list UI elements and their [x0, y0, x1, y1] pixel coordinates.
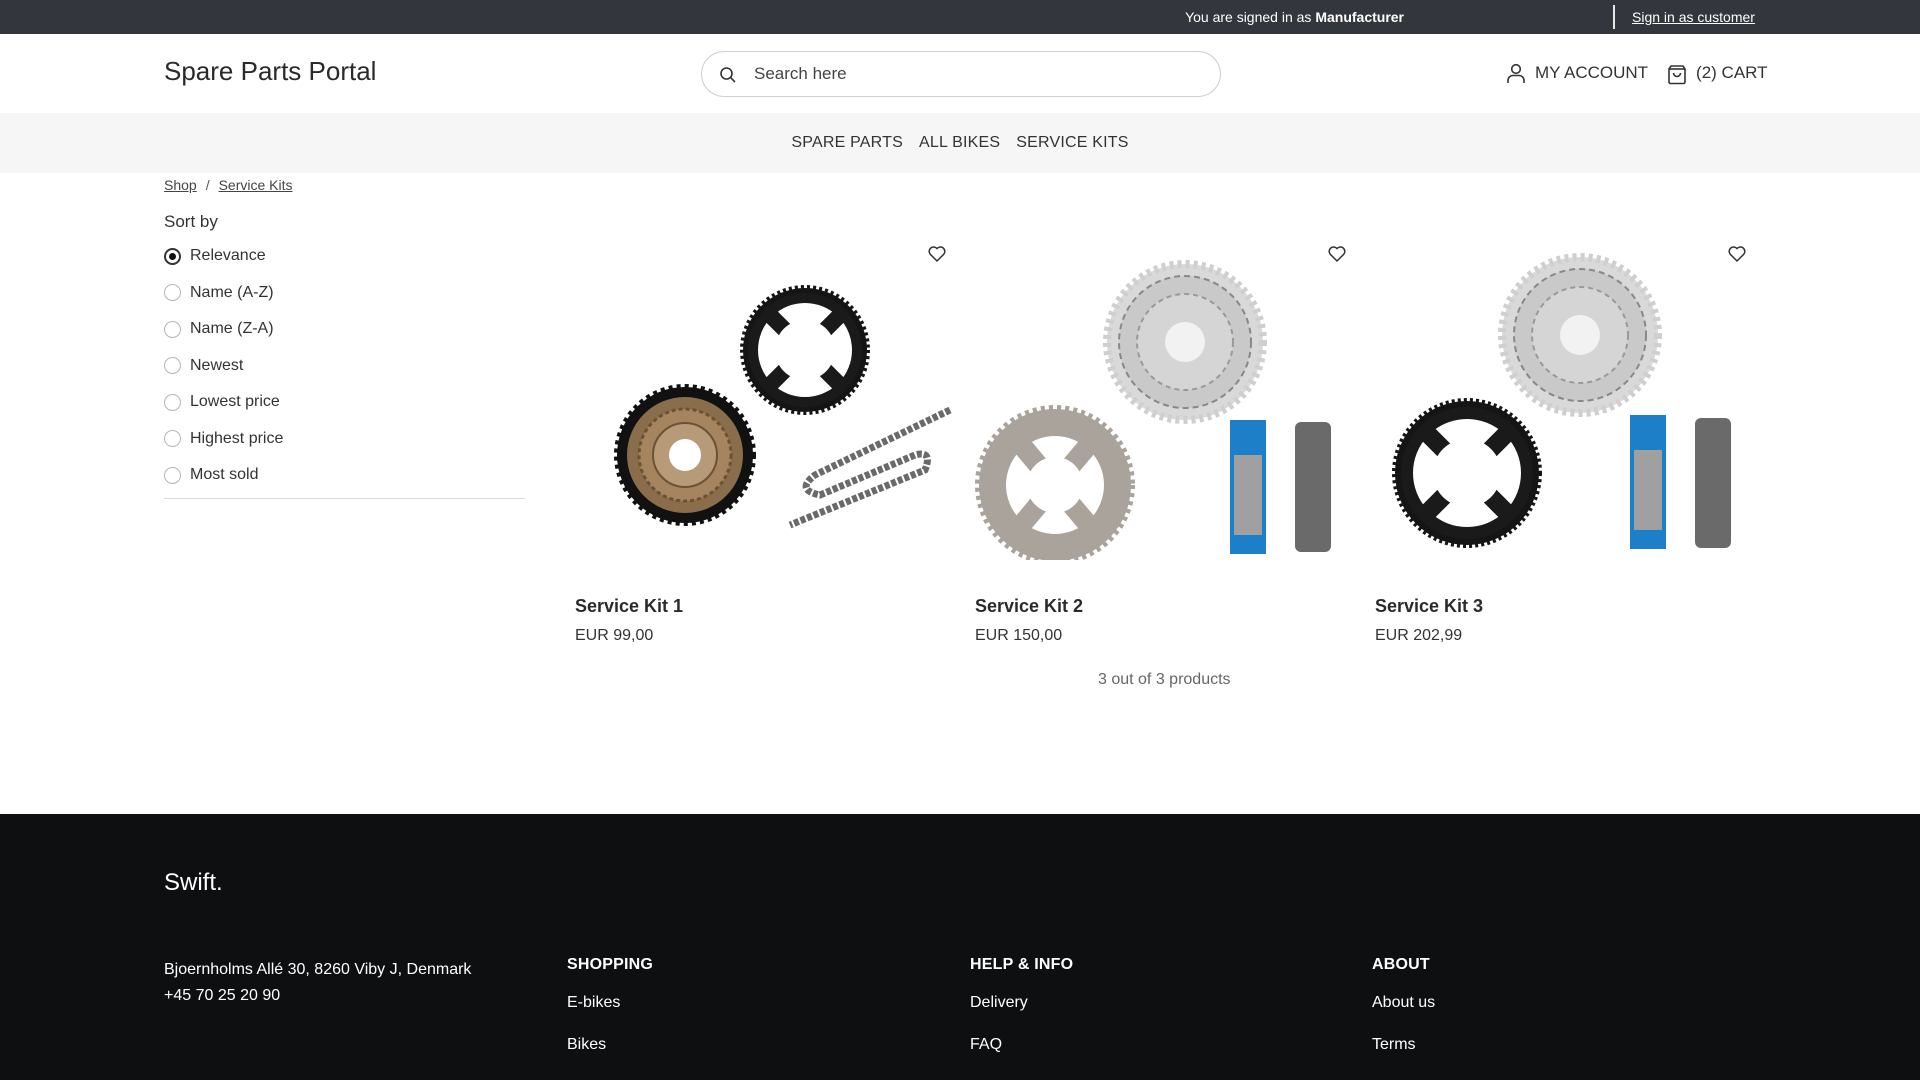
- sort-option-highest-price[interactable]: Highest price: [164, 421, 525, 458]
- wishlist-heart-icon[interactable]: [1727, 244, 1747, 264]
- sort-panel: Sort by Relevance Name (A-Z) Name (Z-A) …: [164, 212, 525, 499]
- chain-coil: [1695, 418, 1731, 548]
- main-nav: SPARE PARTS ALL BIKES SERVICE KITS: [0, 113, 1920, 173]
- footer-link-bikes[interactable]: Bikes: [567, 1036, 653, 1054]
- sort-option-label: Lowest price: [190, 393, 280, 411]
- sort-option-label: Most sold: [190, 466, 259, 484]
- nav-spare-parts[interactable]: SPARE PARTS: [791, 134, 903, 152]
- search-input[interactable]: [754, 60, 1194, 88]
- footer-column-heading: HELP & INFO: [970, 956, 1074, 973]
- chain-box: [1630, 415, 1666, 549]
- signed-in-prefix: You are signed in as: [1185, 9, 1316, 25]
- cart-label: (2) CART: [1696, 63, 1768, 82]
- nav-service-kits[interactable]: SERVICE KITS: [1016, 134, 1128, 152]
- sign-in-as-customer-link[interactable]: Sign in as customer: [1632, 9, 1755, 25]
- sprocket-silver: [975, 405, 1135, 560]
- footer-link-delivery[interactable]: Delivery: [970, 994, 1073, 1012]
- wishlist-heart-icon[interactable]: [927, 244, 947, 264]
- sort-title: Sort by: [164, 212, 218, 231]
- shopping-bag-icon: [1668, 65, 1686, 85]
- freewheel-cassette: [614, 384, 756, 526]
- sort-option-name-az[interactable]: Name (A-Z): [164, 275, 525, 312]
- sort-option-name-za[interactable]: Name (Z-A): [164, 311, 525, 348]
- my-account-link[interactable]: MY ACCOUNT: [1505, 62, 1648, 84]
- search-icon[interactable]: [719, 66, 737, 84]
- sort-option-most-sold[interactable]: Most sold: [164, 457, 525, 494]
- chain-box: [1230, 420, 1266, 554]
- sort-option-relevance[interactable]: Relevance: [164, 238, 525, 275]
- sort-option-label: Highest price: [190, 429, 284, 447]
- header-links: MY ACCOUNT (2) CART: [1505, 61, 1768, 85]
- top-bar: You are signed in as Manufacturer Sign i…: [0, 0, 1920, 34]
- radio-selected[interactable]: [164, 247, 181, 265]
- radio[interactable]: [164, 357, 181, 375]
- product-price: EUR 150,00: [975, 627, 1063, 644]
- footer-contact: Bjoernholms Allé 30, 8260 Viby J, Denmar…: [164, 957, 471, 1009]
- topbar-divider: [1613, 5, 1615, 29]
- wishlist-heart-icon[interactable]: [1327, 244, 1347, 264]
- chain: [788, 406, 952, 529]
- chain-coil: [1295, 422, 1331, 552]
- sort-option-label: Newest: [190, 356, 244, 374]
- footer-brand: Swift.: [164, 869, 223, 896]
- breadcrumb: Shop / Service Kits: [164, 177, 293, 193]
- product-image[interactable]: [975, 250, 1359, 560]
- product-price: EUR 202,99: [1375, 627, 1463, 644]
- product-image[interactable]: [575, 250, 959, 560]
- my-account-label: MY ACCOUNT: [1535, 63, 1649, 82]
- footer-phone[interactable]: +45 70 25 20 90: [164, 983, 471, 1009]
- chainring-black: [1392, 398, 1542, 548]
- breadcrumb-service-kits[interactable]: Service Kits: [219, 177, 293, 193]
- search-box[interactable]: [701, 51, 1221, 97]
- result-count: 3 out of 3 products: [1098, 671, 1231, 688]
- product-image[interactable]: [1375, 250, 1759, 560]
- header: Spare Parts Portal MY ACCOUNT (2) CART: [0, 34, 1920, 113]
- footer-column-heading: ABOUT: [1372, 956, 1430, 973]
- footer-link-e-bikes[interactable]: E-bikes: [567, 994, 653, 1012]
- signed-in-role: Manufacturer: [1315, 9, 1404, 25]
- breadcrumb-separator: /: [205, 177, 210, 193]
- radio[interactable]: [164, 284, 181, 302]
- site-logo[interactable]: Spare Parts Portal: [164, 56, 376, 87]
- sort-option-lowest-price[interactable]: Lowest price: [164, 384, 525, 421]
- product-title[interactable]: Service Kit 2: [975, 596, 1083, 617]
- sort-option-newest[interactable]: Newest: [164, 348, 525, 385]
- sort-option-label: Relevance: [190, 247, 266, 265]
- sort-option-label: Name (Z-A): [190, 320, 274, 338]
- user-icon: [1507, 63, 1525, 83]
- product-title[interactable]: Service Kit 1: [575, 596, 683, 617]
- cassette-silver: [1103, 260, 1267, 424]
- footer-column-heading: SHOPPING: [567, 956, 654, 973]
- product-price: EUR 99,00: [575, 627, 654, 644]
- footer-link-terms[interactable]: Terms: [1372, 1036, 1435, 1054]
- footer-link-about-us[interactable]: About us: [1372, 994, 1435, 1012]
- radio[interactable]: [164, 466, 181, 484]
- radio[interactable]: [164, 393, 181, 411]
- cart-link[interactable]: (2) CART: [1666, 61, 1768, 85]
- chainring-black: [740, 285, 870, 415]
- cassette-silver: [1498, 253, 1662, 417]
- nav-all-bikes[interactable]: ALL BIKES: [919, 134, 1000, 152]
- footer-column-help-info: HELP & INFO Delivery FAQ: [970, 956, 1073, 1078]
- radio[interactable]: [164, 320, 181, 338]
- sort-divider: [164, 497, 525, 499]
- product-title[interactable]: Service Kit 3: [1375, 596, 1483, 617]
- sort-option-label: Name (A-Z): [190, 283, 274, 301]
- signed-in-status: You are signed in as Manufacturer: [1185, 9, 1404, 25]
- footer-link-faq[interactable]: FAQ: [970, 1036, 1073, 1054]
- breadcrumb-shop[interactable]: Shop: [164, 177, 197, 193]
- radio[interactable]: [164, 430, 181, 448]
- footer: Swift. Bjoernholms Allé 30, 8260 Viby J,…: [0, 814, 1920, 1080]
- footer-column-shopping: SHOPPING E-bikes Bikes: [567, 956, 653, 1078]
- footer-column-about: ABOUT About us Terms: [1372, 956, 1435, 1078]
- footer-address: Bjoernholms Allé 30, 8260 Viby J, Denmar…: [164, 961, 472, 978]
